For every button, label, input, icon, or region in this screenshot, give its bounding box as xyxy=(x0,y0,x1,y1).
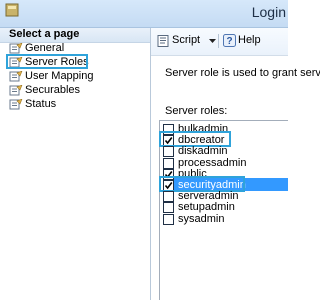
page-icon xyxy=(9,71,23,82)
role-checkbox[interactable] xyxy=(163,214,174,225)
server-roles-label: Server roles: xyxy=(165,105,228,117)
toolbar: Script ? Help xyxy=(151,28,288,56)
select-page-label: Select a page xyxy=(9,28,80,40)
page-item-label: Status xyxy=(25,98,57,110)
window-title: Login xyxy=(251,4,286,20)
script-button[interactable]: Script xyxy=(157,34,216,48)
role-row-sysadmin[interactable]: sysadmin xyxy=(163,213,288,226)
chevron-down-icon[interactable] xyxy=(209,39,216,43)
title-bar: Login xyxy=(0,0,288,28)
script-label: Script xyxy=(172,34,201,46)
help-icon: ? xyxy=(223,34,236,47)
svg-text:?: ? xyxy=(226,36,232,47)
role-checkbox[interactable] xyxy=(163,146,174,157)
select-page-header: Select a page xyxy=(0,28,150,43)
page-item-label: User Mapping xyxy=(25,70,94,82)
page-item-securables[interactable]: Securables xyxy=(9,84,149,98)
page-icon xyxy=(9,99,23,110)
help-button[interactable]: ? Help xyxy=(223,34,263,48)
help-label: Help xyxy=(238,34,261,46)
app-icon xyxy=(5,3,19,17)
role-checkbox[interactable] xyxy=(163,202,174,213)
role-label: sysadmin xyxy=(178,213,225,225)
role-label: diskadmin xyxy=(178,145,228,157)
page-icon xyxy=(9,85,23,96)
page-item-status[interactable]: Status xyxy=(9,98,149,112)
page-item-label: Securables xyxy=(25,84,81,96)
description-text: Server role is used to grant serv xyxy=(165,67,320,79)
script-icon xyxy=(157,35,169,47)
page-highlight-box xyxy=(6,54,88,69)
role-label: setupadmin xyxy=(178,201,235,213)
toolbar-separator xyxy=(218,34,219,48)
page-item-label: General xyxy=(25,42,65,54)
page-item-user-mapping[interactable]: User Mapping xyxy=(9,70,149,84)
page-icon xyxy=(9,43,23,54)
